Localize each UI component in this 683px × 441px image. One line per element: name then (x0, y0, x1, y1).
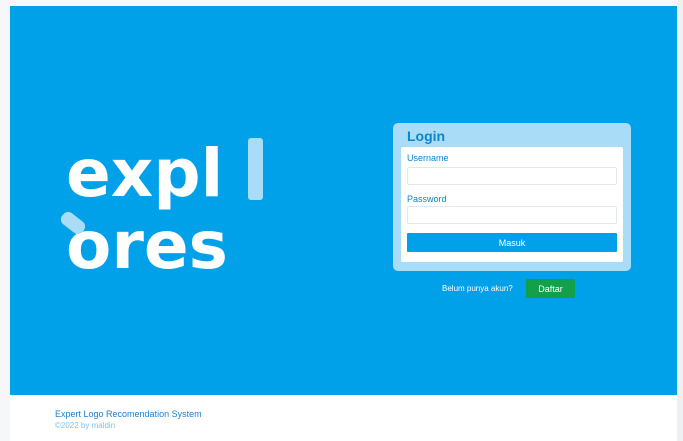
footer-copyright: ©2022 by maldin (55, 421, 116, 430)
username-label: Username (407, 153, 449, 163)
footer: Expert Logo Recomendation System ©2022 b… (10, 395, 677, 441)
logo-line-2-text: ores (66, 207, 228, 284)
window-right-edge (677, 0, 683, 441)
password-label: Password (407, 194, 447, 204)
signup-prompt: Belum punya akun? (442, 284, 513, 293)
logo-accent-l (248, 138, 263, 200)
logo-line-1-text: expl (66, 138, 223, 212)
window-left-edge (0, 0, 10, 441)
username-input[interactable] (407, 167, 617, 185)
login-title: Login (407, 128, 446, 144)
login-form: Username Password Masuk (401, 147, 623, 262)
footer-title: Expert Logo Recomendation System (55, 409, 202, 419)
login-card: Login Username Password Masuk (393, 123, 631, 271)
signup-button[interactable]: Daftar (526, 279, 575, 298)
login-submit-button[interactable]: Masuk (407, 233, 617, 252)
explores-logo: expl ores (60, 138, 263, 284)
password-input[interactable] (407, 206, 617, 224)
